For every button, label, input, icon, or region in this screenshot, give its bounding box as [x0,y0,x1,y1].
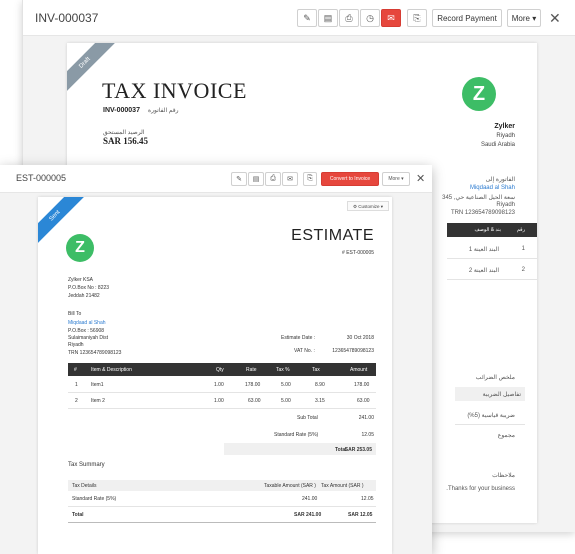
estimate-doc-id: EST-000005 [16,173,67,183]
estimate-customer-city: Riyadh [68,342,84,348]
sub-total-label: Sub Total [297,415,318,421]
edit-button[interactable]: ✎ [297,9,317,27]
tax-summary-header: Tax Details Taxable Amount (SAR ) Tax Am… [68,480,376,491]
divider [68,408,376,409]
divider [447,258,537,259]
estimate-po: P.O.Box No : 8223 [68,285,110,291]
estimate-more-button[interactable]: More ▾ [382,172,410,186]
customize-dropdown[interactable]: ⚙ Customize ▾ [347,201,389,211]
divider [68,522,376,523]
invoice-company: Zylker [494,123,515,130]
std-rate-value: 12.05 [361,432,374,438]
total-ar: مجموع [497,433,515,439]
invoice-row1-item: البند العينة 1 [468,247,499,253]
vat-ar: ضريبة قياسية (5%) [467,413,515,419]
attach-button[interactable]: ⎘ [407,9,427,27]
clock-icon: ◷ [366,12,374,23]
tax-summary-title: Tax Summary [68,462,105,468]
estimate-print-button[interactable]: ⎙ [265,172,281,186]
invoice-table-header: رقم بند & الوصف [447,223,537,237]
invoice-row2-num: 2 [521,267,525,273]
printer-icon: ⎙ [270,175,276,182]
mail-icon: ✉ [287,176,293,183]
estimate-close-icon[interactable]: ✕ [416,174,425,185]
estimate-pdf-button[interactable]: ▤ [248,172,264,186]
estimate-email-button[interactable]: ✉ [282,172,298,186]
invoice-customer-trn: TRN 123654789098123 [450,210,515,216]
estimate-customer-link[interactable]: Miqdaad al Shah [68,320,106,326]
vat-value: 123654789098123 [332,348,374,354]
paperclip-icon: ⎘ [413,12,421,23]
mail-icon: ✉ [387,12,395,23]
print-button[interactable]: ⎙ [339,9,359,27]
estimate-edit-button[interactable]: ✎ [231,172,247,186]
divider [447,279,537,280]
invoice-number: INV-000037 رقم الفاتورة [103,107,179,114]
record-payment-button[interactable]: Record Payment [432,9,502,27]
estimate-title: ESTIMATE [291,227,374,244]
invoice-customer-city: Riyadh [496,202,515,208]
invoice-city: Riyadh [496,133,515,139]
vat-label: VAT No. : [294,348,315,354]
estimate-company: Zylker KSA [68,277,94,283]
items-table-header: # Item & Description Qty Rate Tax % Tax … [68,363,376,376]
pdf-button[interactable]: ▤ [318,9,338,27]
tax-details-header: تفاصيل الضريبة [455,387,525,401]
pencil-icon: ✎ [236,176,242,183]
paperclip-icon: ⎘ [307,175,313,182]
estimate-paper: Sent ⚙ Customize ▾ Z ESTIMATE # EST-0000… [38,197,392,554]
bill-to-label: Bill To [68,311,82,317]
email-button[interactable]: ✉ [381,9,401,27]
divider [68,392,376,393]
invoice-title: TAX INVOICE [102,78,247,103]
estimate-customer-dist: Sulaimaniyah Dist [68,335,109,341]
balance-label: الرصيد المستحق [103,130,145,136]
estimate-logo: Z [66,234,94,262]
divider [455,424,525,425]
document-icon: ▤ [252,176,260,183]
notes-ar: ملاحظات [492,473,515,479]
pencil-icon: ✎ [303,12,311,23]
reminder-button[interactable]: ◷ [360,9,380,27]
total-row: Total SAR 253.05 [224,443,376,455]
estimate-number: # EST-000005 [342,250,374,256]
estimate-date-value: 30 Oct 2018 [346,335,374,341]
invoice-close-icon[interactable]: ✕ [549,11,561,25]
std-rate-label: Standard Rate (5%) [274,432,319,438]
estimate-toolbar: EST-000005 ✎ ▤ ⎙ ✉ ⎘ Convert to Invoice … [0,165,432,193]
estimate-customer-trn: TRN 123654789098123 [68,350,122,356]
printer-icon: ⎙ [345,12,353,23]
invoice-more-button[interactable]: More ▾ [507,9,541,27]
estimate-attach-button[interactable]: ⎘ [303,172,317,186]
thanks-note: .Thanks for your business [446,486,515,492]
invoice-row2-item: البند العينة 2 [468,268,499,274]
tax-summary-ar: ملخص الضرائب [475,375,515,381]
bill-to-ar: الفاتورة إلى [485,177,515,183]
document-icon: ▤ [323,12,333,23]
invoice-country: Saudi Arabia [480,142,515,148]
estimate-date-label: Estimate Date : [281,335,316,341]
invoice-row1-num: 1 [521,246,525,252]
sub-total-value: 241.00 [358,415,374,421]
convert-to-invoice-button[interactable]: Convert to Invoice [321,172,379,186]
estimate-city-zip: Jeddah 21482 [68,293,100,299]
estimate-window: EST-000005 ✎ ▤ ⎙ ✉ ⎘ Convert to Invoice … [0,165,432,554]
invoice-logo: Z [462,77,496,111]
invoice-doc-id: INV-000037 [35,11,99,25]
invoice-customer-address: 345 ,سعة الحيل الصناعية حي [442,195,515,201]
invoice-toolbar: INV-000037 ✎ ▤ ⎙ ◷ ✉ ⎘ Record Payment Mo… [23,0,575,36]
divider [68,506,376,507]
estimate-customer-po: P.O.Box : 56908 [68,328,105,334]
invoice-customer-link[interactable]: Miqdaad al Shah [470,185,515,191]
balance-amount: SAR 156.45 [103,136,149,146]
